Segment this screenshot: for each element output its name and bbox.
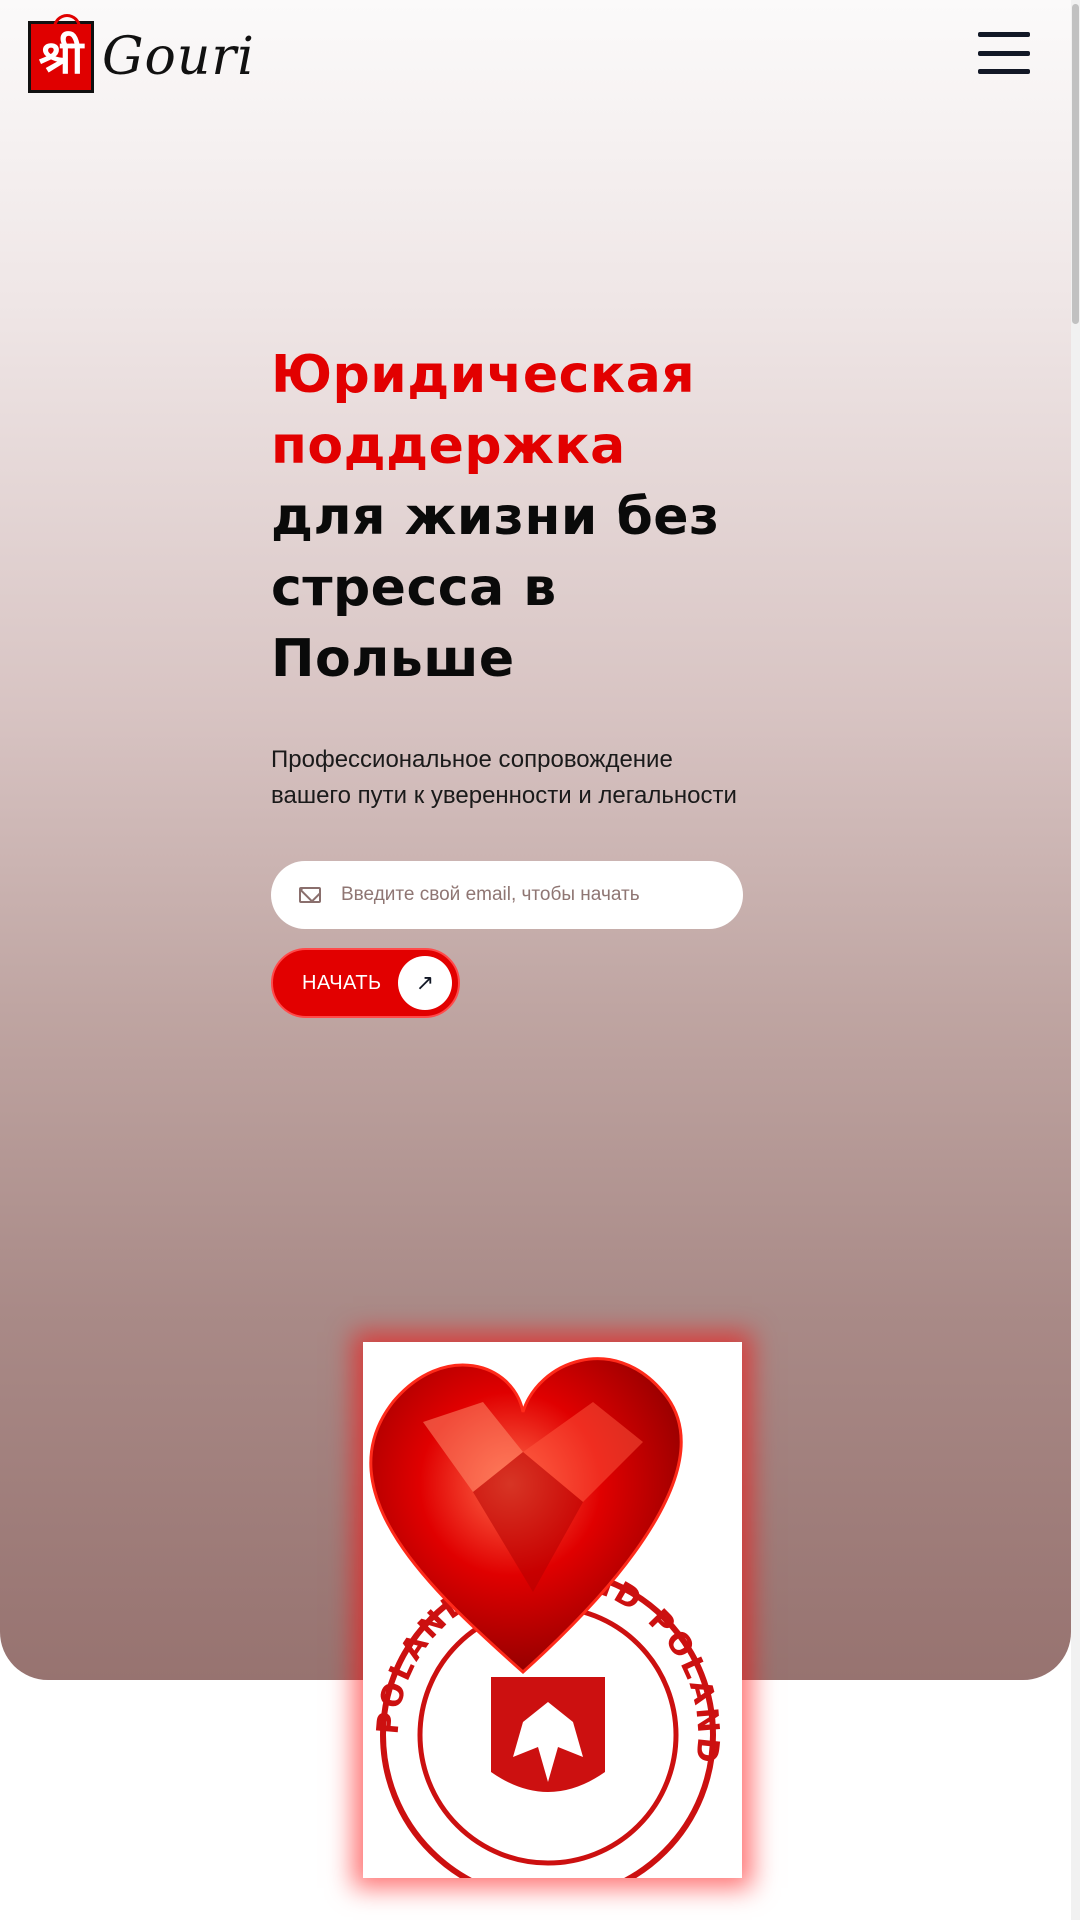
logo-mark-icon: श्री (28, 14, 94, 93)
hero-headline: Юридическая поддержка для жизни без стре… (271, 340, 871, 695)
scrollbar-thumb[interactable] (1072, 4, 1079, 324)
stamp-and-heart-graphic: POLAND POLAND POLAND (369, 1357, 723, 1878)
headline-line-4: стресса в (271, 558, 557, 618)
start-button-label: НАЧАТЬ (302, 971, 382, 994)
email-field[interactable] (271, 861, 743, 929)
headline-accent-line-1: Юридическая (271, 345, 696, 405)
headline-line-3: для жизни без (271, 487, 720, 547)
logo-glyph: श्री (38, 30, 84, 84)
mail-icon (299, 887, 321, 903)
site-logo[interactable]: श्री Gouri (28, 14, 255, 94)
menu-line (978, 50, 1030, 56)
logo-mark-flourish (53, 14, 81, 36)
logo-text: Gouri (102, 27, 255, 87)
poland-stamp-illustration: POLAND POLAND POLAND (363, 1342, 742, 1878)
menu-line (978, 32, 1030, 37)
headline-line-5: Польше (271, 629, 515, 689)
hero-subtitle: Профессиональное сопровождение вашего пу… (271, 742, 831, 814)
subtitle-line-2: вашего пути к уверенности и легальности (271, 782, 737, 809)
headline-accent-line-2: поддержка (271, 416, 626, 476)
arrow-up-right-icon: ↗ (398, 956, 452, 1010)
menu-line (978, 69, 1030, 74)
scrollbar-track[interactable] (1071, 0, 1080, 1920)
start-button[interactable]: НАЧАТЬ ↗ (271, 948, 460, 1018)
hamburger-menu-icon[interactable] (978, 32, 1030, 74)
subtitle-line-1: Профессиональное сопровождение (271, 746, 673, 773)
email-input[interactable] (341, 884, 701, 906)
